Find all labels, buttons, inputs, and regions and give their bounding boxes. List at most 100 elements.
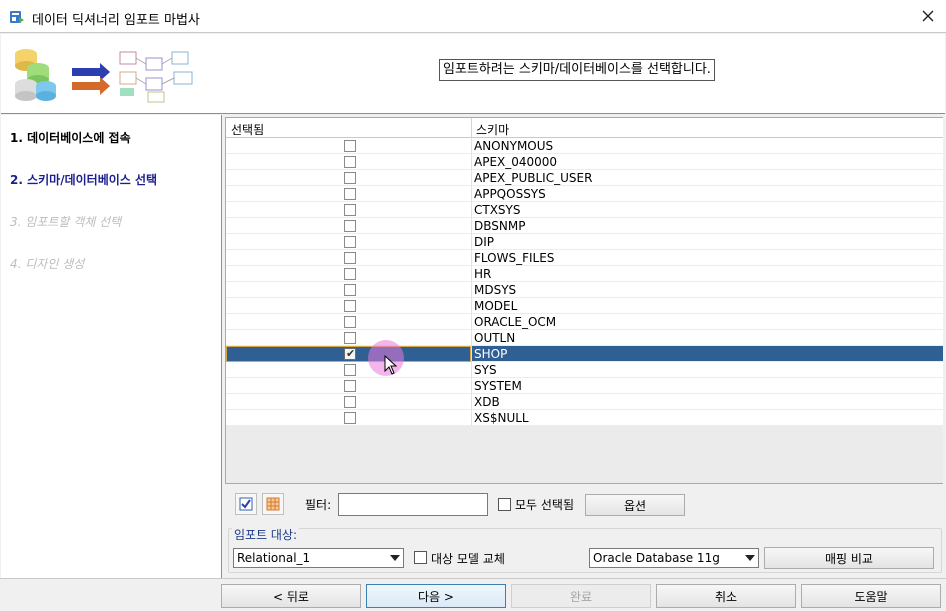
deselect-all-rows-button[interactable] [262, 493, 284, 515]
row-select-checkbox[interactable] [344, 300, 356, 312]
select-all-label: 모두 선택됨 [515, 498, 575, 512]
target-model-select[interactable]: Relational_1 [233, 548, 404, 568]
table-row[interactable]: ORACLE_OCM [226, 314, 943, 330]
schema-name: ANONYMOUS [474, 139, 554, 153]
close-button[interactable] [916, 5, 940, 27]
schema-name: DIP [474, 235, 495, 249]
table-header: 선택됨 스키마 [226, 118, 943, 138]
row-select-checkbox[interactable] [344, 156, 356, 168]
column-header-schema[interactable]: 스키마 [476, 121, 509, 138]
cell-divider [471, 314, 472, 330]
table-row[interactable]: DIP [226, 234, 943, 250]
schema-name: OUTLN [474, 331, 516, 345]
table-row[interactable]: OUTLN [226, 330, 943, 346]
cell-divider [471, 186, 472, 202]
cancel-button[interactable]: 취소 [656, 584, 796, 608]
chevron-down-icon [745, 555, 755, 561]
row-select-checkbox[interactable] [344, 268, 356, 280]
replace-target-model-checkbox[interactable] [414, 551, 427, 564]
table-body: ANONYMOUS APEX_040000 APEX_PUBLIC_USER APPQ… [226, 138, 943, 426]
step-select-objects: 3. 임포트할 객체 선택 [10, 215, 122, 229]
cell-divider [471, 138, 472, 154]
schema-name: XS$NULL [474, 411, 529, 425]
app-icon [10, 10, 24, 24]
select-all-rows-button[interactable] [235, 493, 257, 515]
column-header-selected[interactable]: 선택됨 [231, 121, 264, 138]
cell-divider [471, 330, 472, 346]
row-select-checkbox[interactable] [344, 412, 356, 424]
database-type-value: Oracle Database 11g [593, 551, 720, 565]
cell-divider [471, 282, 472, 298]
schema-name: HR [474, 267, 492, 281]
row-select-checkbox[interactable] [344, 396, 356, 408]
import-illustration-icon [12, 46, 202, 106]
wizard-steps: 1. 데이터베이스에 접속 2. 스키마/데이터베이스 선택 3. 임포트할 객… [1, 115, 222, 578]
table-row[interactable]: MDSYS [226, 282, 943, 298]
back-button[interactable]: < 뒤로 [221, 584, 361, 608]
finish-button[interactable]: 완료 [511, 584, 651, 608]
checklist-icon [239, 497, 253, 511]
table-row[interactable]: APEX_040000 [226, 154, 943, 170]
row-select-checkbox[interactable] [344, 252, 356, 264]
cell-divider [471, 298, 472, 314]
cell-divider [471, 266, 472, 282]
cell-divider [471, 234, 472, 250]
import-target-label: 임포트 대상: [232, 526, 300, 543]
schema-table[interactable]: 선택됨 스키마 ANONYMOUS APEX_040000 APEX_PUBLIC_… [225, 117, 943, 484]
table-row[interactable]: FLOWS_FILES [226, 250, 943, 266]
row-select-checkbox[interactable] [344, 332, 356, 344]
table-row[interactable]: ✔ SHOP [226, 346, 943, 362]
schema-name: APPQOSSYS [474, 187, 546, 201]
filter-label: 필터: [305, 498, 332, 512]
table-row[interactable]: DBSNMP [226, 218, 943, 234]
close-icon [922, 10, 934, 22]
row-select-checkbox[interactable] [344, 172, 356, 184]
column-divider[interactable] [471, 118, 472, 138]
table-row[interactable]: MODEL [226, 298, 943, 314]
table-row[interactable]: APPQOSSYS [226, 186, 943, 202]
grid-icon [266, 497, 280, 511]
row-select-checkbox[interactable] [344, 316, 356, 328]
schema-name: DBSNMP [474, 219, 526, 233]
table-row[interactable]: SYSTEM [226, 378, 943, 394]
schema-name: CTXSYS [474, 203, 521, 217]
step-connect: 1. 데이터베이스에 접속 [10, 131, 131, 145]
schema-name: XDB [474, 395, 500, 409]
row-select-checkbox[interactable] [344, 236, 356, 248]
step-generate-design: 4. 디자인 생성 [10, 257, 85, 271]
table-row[interactable]: SYS [226, 362, 943, 378]
replace-target-model-label: 대상 모델 교체 [431, 552, 505, 566]
chevron-down-icon [390, 555, 400, 561]
next-button[interactable]: 다음 > [366, 584, 506, 608]
table-row[interactable]: HR [226, 266, 943, 282]
schema-name: MDSYS [474, 283, 517, 297]
row-select-checkbox[interactable] [344, 188, 356, 200]
row-select-checkbox[interactable] [344, 220, 356, 232]
row-select-checkbox[interactable] [344, 380, 356, 392]
database-type-select[interactable]: Oracle Database 11g [589, 548, 759, 568]
schema-name: MODEL [474, 299, 518, 313]
schema-name: FLOWS_FILES [474, 251, 555, 265]
cell-divider [471, 362, 472, 378]
help-button[interactable]: 도움말 [801, 584, 941, 608]
compare-mapping-button[interactable]: 매핑 비교 [764, 547, 934, 569]
row-select-checkbox[interactable] [344, 284, 356, 296]
step-select-schema: 2. 스키마/데이터베이스 선택 [10, 173, 158, 187]
target-model-value: Relational_1 [237, 551, 311, 565]
cell-divider [471, 250, 472, 266]
table-row[interactable]: XS$NULL [226, 410, 943, 426]
table-row[interactable]: CTXSYS [226, 202, 943, 218]
row-select-checkbox[interactable] [344, 364, 356, 376]
schema-name: SHOP [474, 347, 508, 361]
options-button[interactable]: 옵션 [585, 494, 685, 516]
row-select-checkbox[interactable]: ✔ [344, 347, 356, 360]
schema-name: APEX_040000 [474, 155, 558, 169]
select-all-checkbox[interactable] [498, 498, 511, 511]
table-row[interactable]: ANONYMOUS [226, 138, 943, 154]
table-row[interactable]: XDB [226, 394, 943, 410]
cell-divider [471, 410, 472, 426]
row-select-checkbox[interactable] [344, 204, 356, 216]
table-row[interactable]: APEX_PUBLIC_USER [226, 170, 943, 186]
filter-input[interactable] [338, 493, 488, 516]
row-select-checkbox[interactable] [344, 140, 356, 152]
